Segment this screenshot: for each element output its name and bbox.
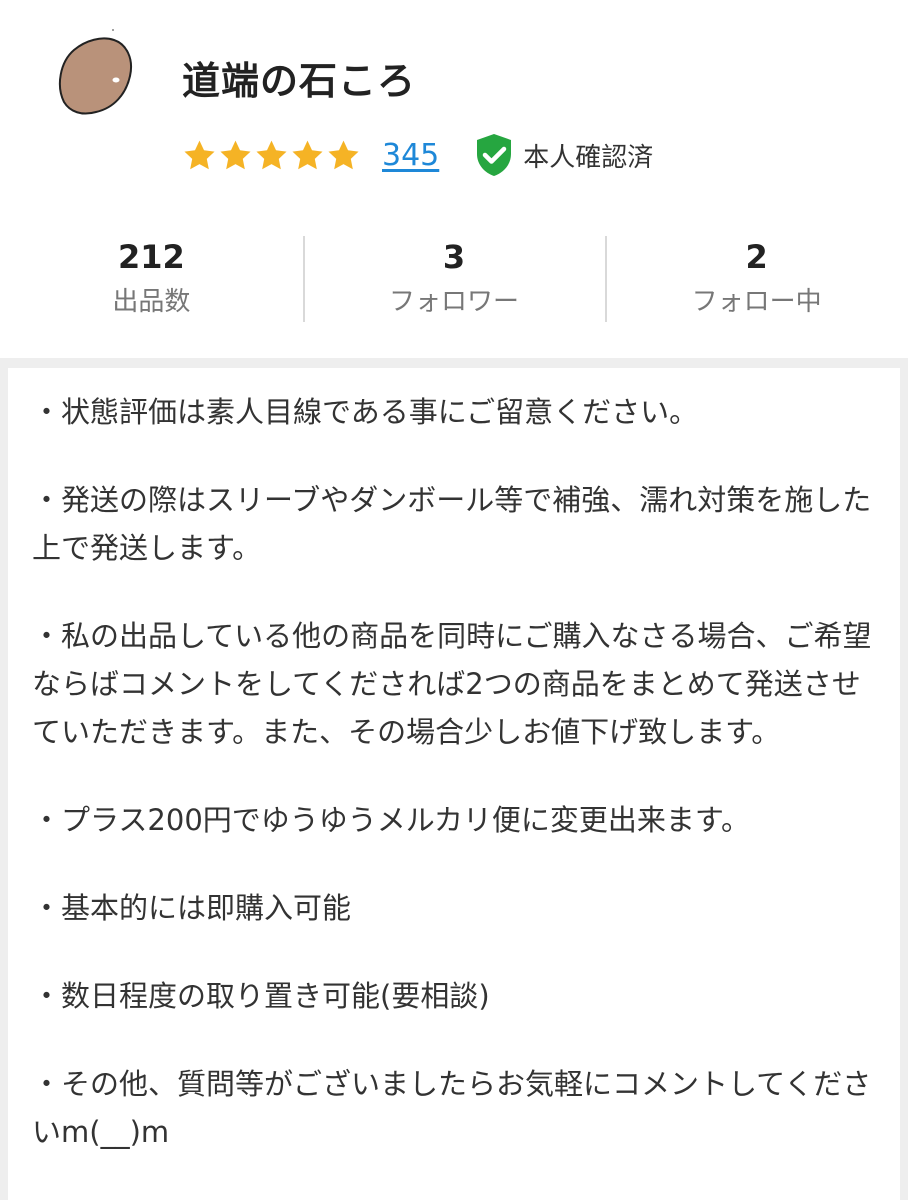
stats-bar: 212 出品数 3 フォロワー 2 フォロー中 <box>0 228 908 328</box>
stat-following[interactable]: 2 フォロー中 <box>605 228 908 328</box>
section-divider <box>0 358 908 368</box>
star-icon <box>292 140 323 169</box>
stat-value: 212 <box>117 238 185 277</box>
stone-avatar-icon[interactable] <box>50 28 146 124</box>
bio-paragraph: ・私の出品している他の商品を同時にご購入なさる場合、ご希望ならばコメントをしてく… <box>32 619 872 749</box>
bio-paragraph: ・数日程度の取り置き可能(要相談) <box>32 979 490 1013</box>
star-icon <box>220 140 251 169</box>
bio-section: ・状態評価は素人目線である事にご留意ください。 ・発送の際はスリーブやダンボール… <box>0 368 908 1200</box>
bio-paragraph: ・その他、質問等がございましたらお気軽にコメントしてくださいm(__)m <box>32 1067 872 1149</box>
username: 道端の石ころ <box>182 59 417 103</box>
star-icon <box>256 140 287 169</box>
star-icon <box>184 140 215 169</box>
stat-followers[interactable]: 3 フォロワー <box>302 228 606 328</box>
bio-text: ・状態評価は素人目線である事にご留意ください。 ・発送の際はスリーブやダンボール… <box>8 368 900 1200</box>
stat-value: 3 <box>442 238 466 277</box>
bio-paragraph: ・基本的には即購入可能 <box>32 891 352 925</box>
star-icon <box>328 140 359 169</box>
bio-paragraph: ・発送の際はスリーブやダンボール等で補強、濡れ対策を施した上で発送します。 <box>32 483 872 565</box>
verified-badge: 本人確認済 <box>473 132 653 178</box>
rating-stars[interactable] <box>182 138 362 173</box>
stat-label: 出品数 <box>112 286 191 317</box>
check-shield-icon <box>477 134 512 176</box>
profile-header: 道端の石ころ 345 本人確認済 212 出品数 3 フォロワー 2 フォロー中 <box>0 0 908 360</box>
stat-listings[interactable]: 212 出品数 <box>0 228 303 328</box>
stat-value: 2 <box>745 238 768 277</box>
verified-label: 本人確認済 <box>523 142 654 173</box>
review-count-link[interactable]: 345 <box>382 138 439 173</box>
stat-label: フォロワー <box>389 286 520 317</box>
stat-label: フォロー中 <box>691 286 822 317</box>
bio-paragraph: ・プラス200円でゆうゆうメルカリ便に変更出来ます。 <box>32 803 751 837</box>
bio-paragraph: ・状態評価は素人目線である事にご留意ください。 <box>32 395 699 429</box>
rating-row: 345 本人確認済 <box>182 130 653 180</box>
